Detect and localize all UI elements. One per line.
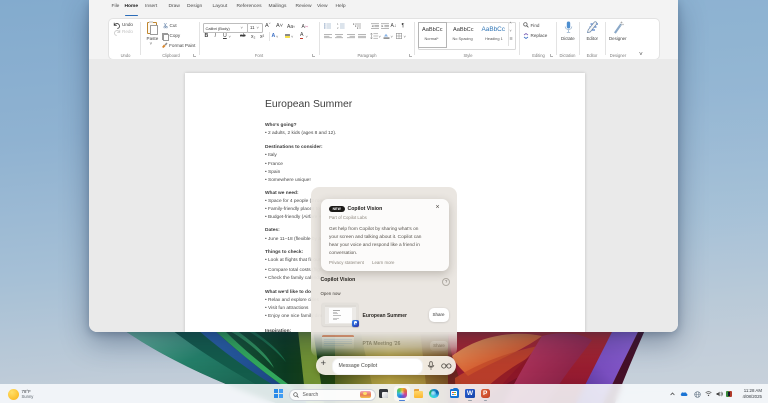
svg-text:1: 1	[337, 23, 339, 26]
svg-text:2: 2	[337, 26, 339, 29]
